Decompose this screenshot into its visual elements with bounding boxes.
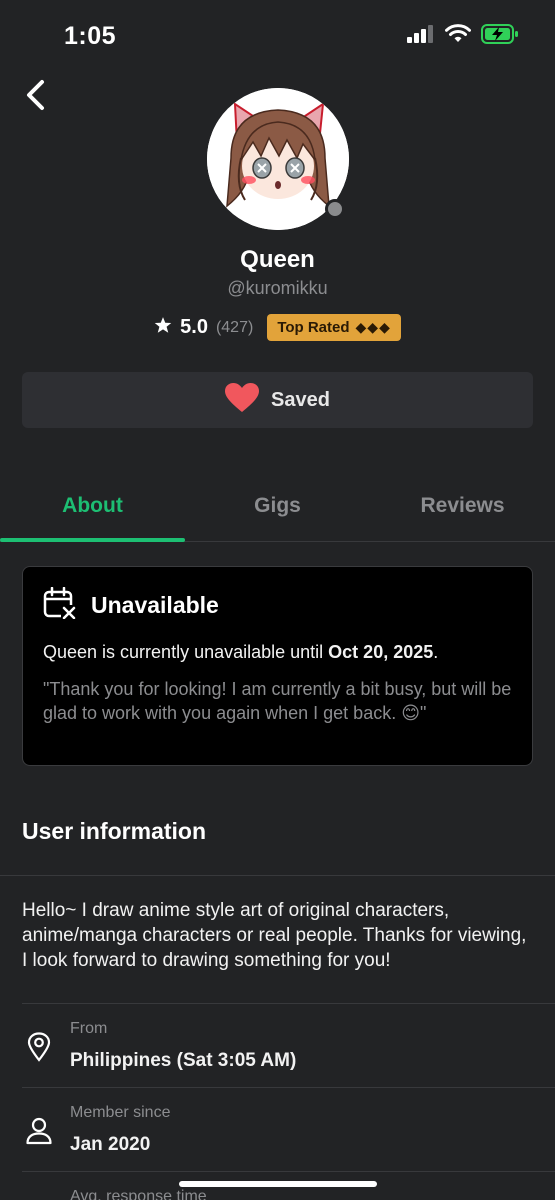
saved-button[interactable]: Saved [22,372,533,428]
star-icon [154,316,172,339]
avatar[interactable] [207,88,349,230]
user-information-title: User information [22,818,207,844]
diamond-icons: ◆◆◆ [355,319,391,335]
unavailable-until-date: Oct 20, 2025 [328,642,434,662]
profile-tabs: About Gigs Reviews [0,470,555,542]
back-button[interactable] [18,79,52,116]
user-icon [24,1116,54,1146]
location-pin-icon [24,1032,54,1062]
info-value-member-since: Jan 2020 [70,1134,151,1155]
user-bio: Hello~ I draw anime style art of origina… [22,900,527,971]
status-bar: 1:05 [0,0,555,74]
info-row-member-since: Member since Jan 2020 [22,1087,555,1171]
unavailable-message-prefix: Queen is currently unavailable until [43,642,329,662]
unavailable-quote: "Thank you for looking! I am currently a… [43,679,512,723]
profile-name: Queen [240,246,315,273]
divider [0,875,555,876]
rating-row[interactable]: 5.0 (427) Top Rated ◆◆◆ [0,314,555,341]
unavailable-message: Queen is currently unavailable until Oct… [43,642,512,663]
badge-label: Top Rated [277,319,350,336]
calendar-x-icon [43,586,77,624]
profile-handle: @kuromikku [227,278,328,298]
top-rated-badge: Top Rated ◆◆◆ [267,314,401,341]
battery-charging-icon [481,24,519,49]
info-row-from: From Philippines (Sat 3:05 AM) [22,1003,555,1087]
status-time: 1:05 [64,22,117,50]
wifi-icon [445,24,471,49]
info-label-from: From [70,1020,108,1037]
tab-reviews[interactable]: Reviews [370,470,555,541]
unavailable-message-suffix: . [433,642,439,662]
signal-icon [407,25,435,48]
rating-score: 5.0 [180,316,208,338]
tab-gigs[interactable]: Gigs [185,470,370,541]
heart-icon [225,382,260,418]
home-indicator[interactable] [179,1181,377,1187]
saved-label: Saved [271,388,330,411]
info-value-from: Philippines (Sat 3:05 AM) [70,1050,297,1071]
unavailable-card: Unavailable Queen is currently unavailab… [22,566,533,766]
status-icons [407,24,519,49]
unavailable-title: Unavailable [91,592,219,618]
rating-count: (427) [215,318,254,336]
tab-about[interactable]: About [0,470,185,542]
chevron-left-icon [24,79,46,116]
info-label-member-since: Member since [70,1104,171,1121]
info-label-response-time: Avg. response time [70,1188,207,1200]
status-dot [325,199,345,219]
